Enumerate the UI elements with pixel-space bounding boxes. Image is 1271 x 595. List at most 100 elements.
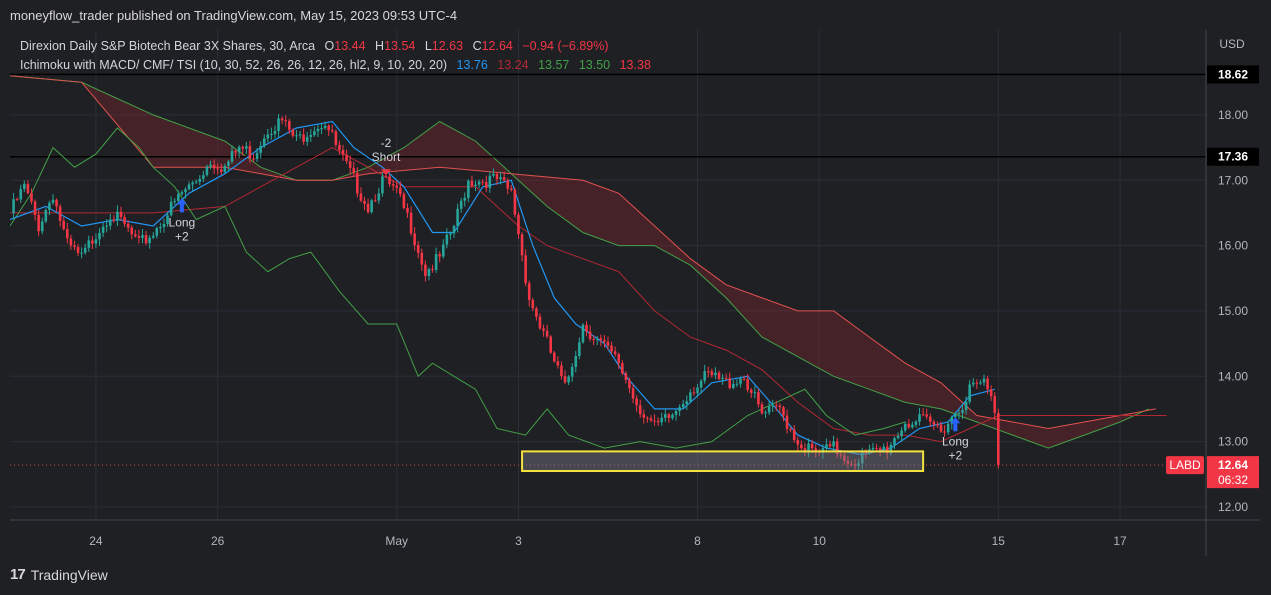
candle-body bbox=[399, 187, 402, 195]
candle-body bbox=[635, 398, 638, 406]
signal-label: Short bbox=[372, 150, 401, 164]
candle-body bbox=[714, 372, 717, 376]
candle-body bbox=[903, 423, 907, 431]
candle-body bbox=[800, 444, 803, 449]
candle-body bbox=[638, 405, 642, 415]
candle-body bbox=[126, 223, 130, 228]
candle-body bbox=[191, 182, 194, 185]
candle-body bbox=[882, 446, 886, 450]
x-tick-label: May bbox=[385, 534, 408, 548]
candle-body bbox=[757, 392, 760, 405]
candle-body bbox=[416, 245, 420, 253]
candle-body bbox=[177, 194, 180, 201]
candle-body bbox=[187, 184, 191, 190]
x-tick-label: 10 bbox=[813, 534, 827, 548]
candle-body bbox=[979, 382, 982, 384]
candle-body bbox=[302, 134, 305, 142]
candle-body bbox=[832, 441, 835, 447]
highlight-zone[interactable] bbox=[521, 450, 925, 472]
candle-body bbox=[295, 135, 298, 137]
indicator-value-3: 13.57 bbox=[538, 58, 569, 72]
signal-amount: +2 bbox=[175, 229, 189, 243]
candle-body bbox=[556, 361, 560, 366]
price-chart[interactable]: 18.6217.36 Long+2-2ShortLong+2 12.0013.0… bbox=[10, 30, 1260, 556]
candle-body bbox=[778, 405, 782, 408]
candle-body bbox=[567, 376, 570, 383]
candle-body bbox=[517, 214, 520, 235]
candle-body bbox=[499, 177, 502, 180]
candle-body bbox=[954, 413, 957, 417]
candle-body bbox=[764, 412, 767, 414]
low-label: L bbox=[425, 39, 432, 53]
indicator-value-1: 13.76 bbox=[457, 58, 488, 72]
candle-body bbox=[55, 199, 58, 207]
candle-body bbox=[692, 392, 696, 394]
candle-body bbox=[603, 340, 606, 342]
tradingview-logo-icon: 17 bbox=[10, 566, 26, 583]
candle-body bbox=[384, 176, 388, 178]
candle-body bbox=[893, 438, 896, 445]
candle-body bbox=[681, 404, 685, 408]
candle-body bbox=[621, 363, 624, 374]
tradingview-footer[interactable]: 17 TradingView bbox=[10, 566, 108, 583]
y-tick-label: 17.00 bbox=[1218, 173, 1248, 187]
x-tick-label: 3 bbox=[515, 534, 522, 548]
candle-body bbox=[377, 193, 381, 201]
candle-body bbox=[585, 324, 588, 332]
candle-body bbox=[144, 235, 148, 244]
candle-body bbox=[338, 144, 341, 150]
candle-body bbox=[277, 118, 280, 132]
open-value: 13.44 bbox=[334, 39, 365, 53]
candle-body bbox=[789, 428, 792, 430]
candle-body bbox=[463, 197, 467, 201]
candle-body bbox=[427, 269, 431, 276]
candle-body bbox=[323, 125, 327, 129]
candle-body bbox=[452, 225, 456, 234]
candle-body bbox=[87, 240, 91, 248]
candle-body bbox=[538, 316, 542, 329]
candle-body bbox=[83, 247, 87, 253]
candle-body bbox=[62, 220, 66, 230]
candle-body bbox=[23, 183, 26, 189]
candle-body bbox=[993, 396, 997, 413]
candle-body bbox=[592, 339, 595, 341]
candle-body bbox=[767, 406, 771, 413]
candle-body bbox=[141, 235, 144, 238]
candle-body bbox=[205, 166, 209, 176]
candle-body bbox=[366, 203, 370, 213]
candle-body bbox=[746, 379, 749, 390]
candle-body bbox=[30, 193, 33, 202]
candle-body bbox=[298, 134, 302, 136]
candle-body bbox=[169, 201, 173, 216]
candle-body bbox=[631, 388, 635, 399]
candle-body bbox=[928, 416, 932, 422]
candle-body bbox=[470, 180, 474, 186]
candle-body bbox=[94, 239, 98, 244]
candle-body bbox=[37, 214, 40, 232]
y-tick-label: 16.00 bbox=[1218, 239, 1248, 253]
x-tick-label: 24 bbox=[89, 534, 103, 548]
candle-body bbox=[280, 118, 284, 121]
last-price-label: 12.64 bbox=[1218, 458, 1248, 472]
candle-body bbox=[782, 407, 785, 416]
candle-body bbox=[391, 184, 395, 186]
candle-body bbox=[291, 129, 295, 136]
candle-body bbox=[320, 128, 323, 130]
candle-body bbox=[162, 223, 166, 228]
candle-body bbox=[259, 146, 262, 153]
candle-body bbox=[653, 420, 656, 422]
high-label: H bbox=[375, 39, 384, 53]
candle-body bbox=[80, 252, 83, 254]
y-tick-label: 12.00 bbox=[1218, 500, 1248, 514]
candle-body bbox=[914, 421, 918, 425]
candle-body bbox=[735, 383, 739, 385]
candle-body bbox=[775, 405, 778, 407]
y-tick-label: 15.00 bbox=[1218, 304, 1248, 318]
close-label: C bbox=[473, 39, 482, 53]
candle-body bbox=[313, 131, 316, 136]
footer-brand: TradingView bbox=[30, 566, 108, 583]
candle-body bbox=[373, 200, 377, 202]
candle-body bbox=[599, 338, 603, 341]
candle-body bbox=[685, 401, 689, 405]
candle-body bbox=[116, 211, 119, 221]
